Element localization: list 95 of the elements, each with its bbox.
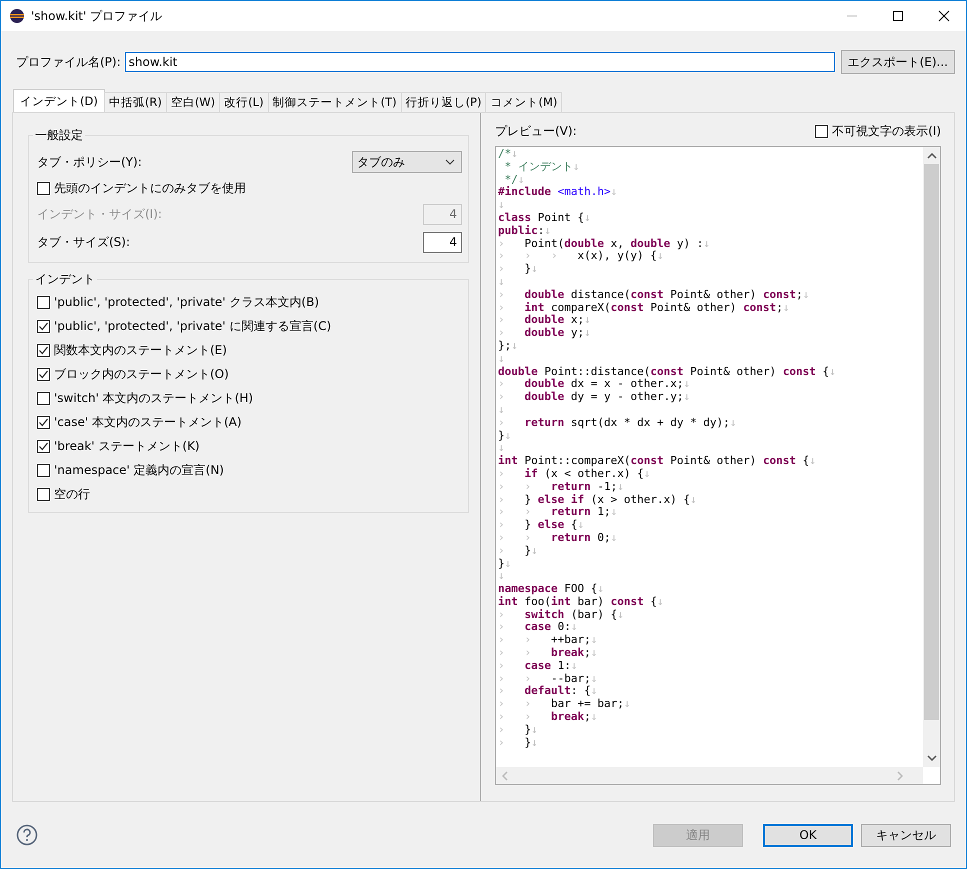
tab[interactable]: コメント(M) (485, 92, 562, 112)
checkbox[interactable] (37, 368, 50, 380)
code-line: › switch (bar) {↓ (498, 608, 625, 622)
code-line: public:↓ (498, 224, 552, 238)
tab[interactable]: インデント(D) (13, 89, 105, 112)
tab-policy-dropdown[interactable]: タブのみ (352, 151, 462, 173)
checkbox-label: ブロック内のステートメント(O) (54, 366, 229, 382)
checkbox[interactable] (37, 320, 50, 332)
code-line: * インデント↓ (504, 160, 580, 174)
code-line: /*↓ (498, 148, 519, 161)
code-line: › default: {↓ (498, 685, 598, 698)
code-line: › double distance(const Point& other) const;↓ (498, 288, 810, 302)
code-line: › › ++bar;↓ (498, 634, 598, 648)
code-line: ↓ (498, 276, 506, 289)
checkbox[interactable] (37, 182, 50, 194)
group-title: インデント (34, 271, 96, 288)
code-line: › › break;↓ (498, 711, 598, 724)
field-label: タブ・サイズ(S): (37, 234, 130, 250)
code-line: int foo(int bar) const {↓ (498, 596, 665, 609)
code-line: › Point(double x, double y) :↓ (498, 238, 711, 250)
scroll-down-icon[interactable] (926, 755, 936, 761)
checkbox[interactable] (37, 488, 50, 500)
checkbox-label: 'case' 本文内のステートメント(A) (54, 414, 242, 430)
code-line: › › return -1;↓ (498, 480, 625, 494)
profile-name-field[interactable]: show.kit (124, 52, 835, 72)
number-field[interactable]: 4 (423, 232, 462, 252)
code-line: › }↓ (498, 263, 539, 276)
code-line: double Point::distance(const Point& other) const {↓ (498, 366, 837, 378)
code-line: › double dx = x - other.x;↓ (498, 378, 692, 392)
checkbox-label: 'public', 'protected', 'private' に関連する宣言(C) (54, 318, 332, 334)
tab[interactable]: 中括弧(R) (104, 92, 167, 112)
code-line: › int compareX(const Point& other) const;↓ (498, 302, 790, 314)
code-line: › › › x(x), y(y) {↓ (498, 250, 665, 264)
app-icon (9, 8, 25, 24)
code-line: ↓ (498, 404, 506, 417)
checkbox-label: 'namespace' 定義内の宣言(N) (54, 462, 224, 478)
help-icon[interactable] (16, 824, 38, 846)
code-line: › double x;↓ (498, 314, 591, 328)
code-line: › if (x < other.x) {↓ (498, 468, 652, 481)
code-line: #include <math.h>↓ (498, 186, 618, 200)
checkbox-label: 'switch' 本文内のステートメント(H) (54, 390, 254, 406)
scroll-up-icon[interactable] (926, 153, 936, 159)
code-line: › › break;↓ (498, 647, 598, 660)
dialog-button[interactable]: OK (763, 824, 853, 846)
code-line: }↓ (498, 430, 512, 442)
scroll-thumb[interactable] (924, 164, 939, 720)
code-line: namespace FOO {↓ (498, 583, 605, 596)
checkbox[interactable] (37, 392, 50, 404)
code-line: }↓ (498, 558, 512, 570)
checkbox[interactable] (37, 296, 50, 308)
export-button[interactable]: エクスポート(E)... (840, 50, 955, 74)
checkbox-label: 空の行 (54, 486, 90, 502)
code-line: › › --bar;↓ (498, 672, 598, 686)
profile-name-label: プロファイル名(P): (16, 54, 121, 70)
code-line: › case 1:↓ (498, 660, 578, 673)
window-title: 'show.kit' プロファイル (31, 8, 162, 24)
code-line: ↓ (498, 199, 506, 212)
checkbox-label: 不可視文字の表示(I) (832, 123, 941, 140)
checkbox[interactable] (37, 416, 50, 428)
group-title: 一般設定 (34, 127, 84, 144)
preview-label: プレビュー(V): (495, 123, 577, 140)
dialog-button[interactable]: キャンセル (861, 824, 951, 846)
code-line: › case 0:↓ (498, 621, 578, 634)
code-line: ↓ (498, 352, 506, 366)
code-line: ↓ (498, 570, 506, 584)
code-line: › } else {↓ (498, 519, 586, 532)
checkbox[interactable] (815, 125, 828, 138)
checkbox-label: 'public', 'protected', 'private' クラス本文内(B) (54, 294, 320, 310)
code-line: › › return 1;↓ (498, 506, 618, 520)
code-line: */↓ (504, 174, 526, 186)
field-label: インデント・サイズ(I): (37, 206, 162, 222)
code-line: › double dy = y - other.y;↓ (498, 391, 692, 404)
checkbox[interactable] (37, 440, 50, 452)
code-line: › }↓ (498, 724, 539, 737)
code-line: ↓ (498, 442, 506, 455)
code-line: › }↓ (498, 544, 539, 558)
checkbox[interactable] (37, 344, 50, 356)
code-line: › double y;↓ (498, 327, 592, 340)
maximize-icon[interactable] (892, 10, 904, 22)
checkbox-label: 先頭のインデントにのみタブを使用 (54, 180, 246, 196)
code-line: };↓ (498, 340, 519, 353)
code-line: › }↓ (498, 736, 539, 750)
code-line: int Point::compareX(const Point& other) const {↓ (498, 455, 817, 468)
checkbox-label: 関数本文内のステートメント(E) (54, 342, 227, 358)
field-label: タブ・ポリシー(Y): (37, 154, 142, 170)
vertical-scrollbar[interactable] (923, 147, 940, 767)
checkbox[interactable] (37, 464, 50, 476)
code-line: › return sqrt(dx * dx + dy * dy);↓ (498, 416, 738, 430)
code-line: class Point {↓ (498, 212, 592, 225)
code-line: › } else if (x > other.x) {↓ (498, 494, 698, 506)
chevron-down-icon (445, 159, 455, 165)
checkbox-label: 'break' ステートメント(K) (54, 438, 200, 454)
close-icon[interactable] (938, 10, 950, 22)
code-line: › › bar += bar;↓ (498, 698, 632, 712)
code-line: › › return 0;↓ (498, 532, 618, 545)
